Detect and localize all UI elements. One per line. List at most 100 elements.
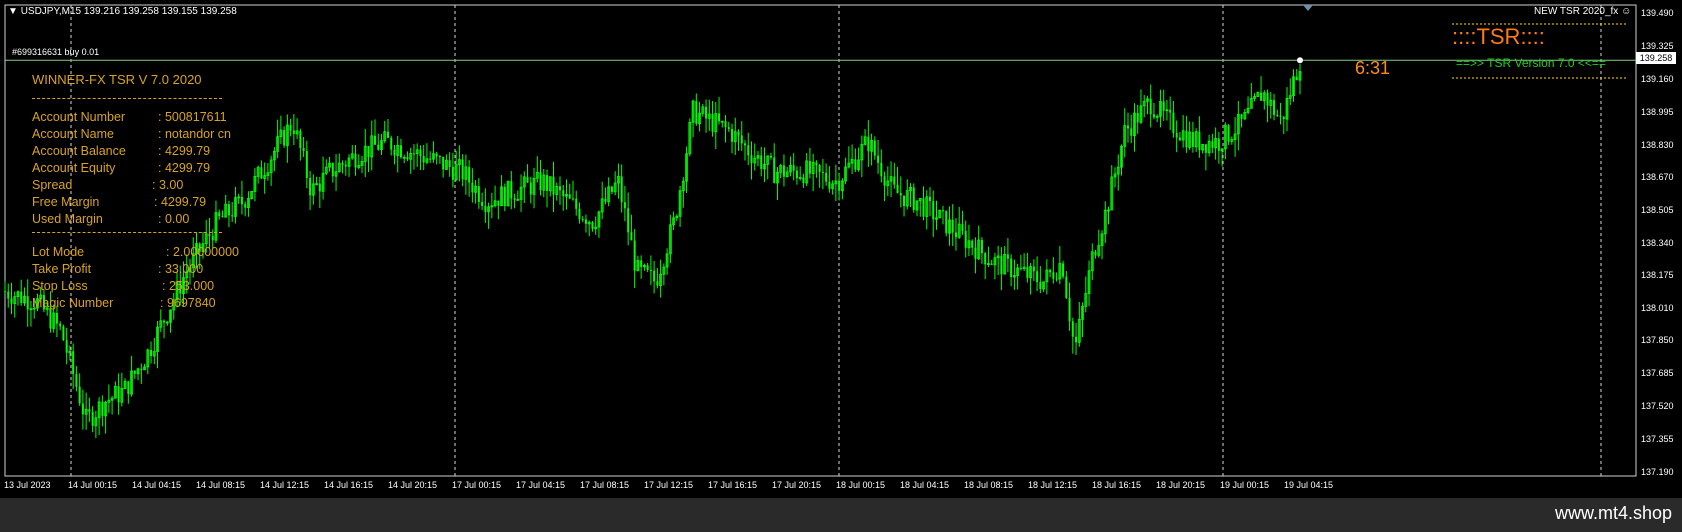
candle-body <box>1279 115 1282 117</box>
candle-body <box>529 182 532 195</box>
divider <box>32 98 222 99</box>
account-balance-value: : 4299.79 <box>158 144 211 158</box>
time-tick-label: 17 Jul 12:15 <box>644 480 694 490</box>
candle-body <box>747 145 750 156</box>
candle-body <box>980 239 983 254</box>
candle-body <box>922 198 925 217</box>
candle-body <box>442 156 445 170</box>
candle-body <box>1198 131 1201 151</box>
time-tick-label: 18 Jul 20:15 <box>1156 480 1206 490</box>
stop-loss-value: : 253.000 <box>162 279 215 293</box>
time-tick-label: 14 Jul 00:15 <box>68 480 118 490</box>
candle-body <box>406 157 409 160</box>
time-tick-label: 13 Jul 2023 <box>4 480 51 490</box>
candle-body <box>341 163 344 165</box>
candle-body <box>227 204 230 216</box>
candle-timer: 6:31 <box>1355 58 1391 78</box>
divider <box>32 232 222 233</box>
candle-body <box>20 291 23 303</box>
candle-body <box>1068 297 1071 322</box>
candle-body <box>231 215 234 217</box>
chart-area[interactable] <box>0 0 1682 498</box>
take-profit-value: : 33.000 <box>158 262 204 276</box>
indicator-label: NEW TSR 2020_fx ☺ <box>1534 6 1631 17</box>
price-tick-label: 138.175 <box>1641 270 1674 281</box>
candle-body <box>471 182 474 193</box>
candle-body <box>945 210 948 234</box>
price-tick-label: 138.010 <box>1641 303 1674 314</box>
candle-body <box>1169 109 1172 113</box>
candle-body <box>117 386 120 403</box>
price-tick-label: 138.340 <box>1641 237 1674 248</box>
candle-body <box>1273 100 1276 115</box>
candle-body <box>429 158 432 160</box>
candle-body <box>559 186 561 191</box>
order-label[interactable]: #699316631 buy 0.01 <box>12 47 99 57</box>
candle-body <box>818 165 821 172</box>
candle-body <box>1032 266 1035 272</box>
candle-body <box>1052 272 1055 279</box>
price-tick-label: 137.520 <box>1641 401 1674 412</box>
free-margin-label: Free Margin <box>32 195 100 209</box>
candle-body <box>367 146 370 157</box>
candle-body <box>1152 114 1155 118</box>
candle-body <box>221 216 224 218</box>
candlestick-chart[interactable] <box>0 0 1682 498</box>
candle-body <box>289 125 292 131</box>
candle-body <box>211 236 214 241</box>
spread-value: : 3.00 <box>152 178 184 192</box>
candle-body <box>1175 133 1178 138</box>
candle-body <box>792 165 795 171</box>
candle-body <box>510 181 513 199</box>
candle-body <box>1000 255 1003 275</box>
candle-body <box>1062 263 1065 277</box>
price-tick-label: 137.190 <box>1641 467 1674 477</box>
candle-body <box>10 298 13 304</box>
candle-body <box>260 167 263 179</box>
price-tick-label: 138.670 <box>1641 171 1674 182</box>
candle-body <box>49 307 52 329</box>
candle-body <box>646 265 649 270</box>
candle-body <box>283 130 286 146</box>
new-tsr-text: NEW TSR 2020_fx <box>1534 6 1619 17</box>
candle-body <box>448 160 451 167</box>
candle-body <box>72 351 75 374</box>
candle-body <box>1094 251 1097 256</box>
candle-body <box>932 201 935 220</box>
collapse-triangle-icon[interactable]: ▼ <box>8 6 18 17</box>
candle-body <box>802 177 805 183</box>
candle-body <box>1172 112 1175 134</box>
candle-body <box>954 232 957 238</box>
candle-body <box>244 204 247 208</box>
candle-body <box>620 176 623 203</box>
candle-body <box>91 411 94 426</box>
candle-body <box>1211 141 1214 148</box>
candle-body <box>1039 282 1042 289</box>
account-equity-value: : 4299.79 <box>158 161 211 175</box>
time-tick-label: 14 Jul 16:15 <box>324 480 374 490</box>
candle-body <box>984 253 987 265</box>
candle-body <box>880 162 883 177</box>
candle-body <box>578 208 581 220</box>
candle-body <box>711 114 714 132</box>
candle-body <box>649 269 652 271</box>
candle-body <box>412 153 415 155</box>
candle-body <box>821 171 824 173</box>
time-tick-label: 14 Jul 12:15 <box>260 480 310 490</box>
used-margin-value: : 0.00 <box>158 212 190 226</box>
time-tick-label: 14 Jul 20:15 <box>388 480 438 490</box>
candle-body <box>468 166 471 183</box>
candle-body <box>127 381 130 395</box>
free-margin-value: : 4299.79 <box>154 195 207 209</box>
candle-body <box>640 260 643 267</box>
candle-body <box>575 198 578 209</box>
candle-body <box>422 156 425 163</box>
candle-body <box>78 386 81 404</box>
candle-body <box>1149 98 1152 115</box>
candle-body <box>419 149 422 157</box>
candle-body <box>899 193 902 196</box>
candle-body <box>760 155 763 169</box>
time-tick-label: 17 Jul 00:15 <box>452 480 502 490</box>
candle-body <box>354 153 357 168</box>
candle-body <box>961 224 964 231</box>
